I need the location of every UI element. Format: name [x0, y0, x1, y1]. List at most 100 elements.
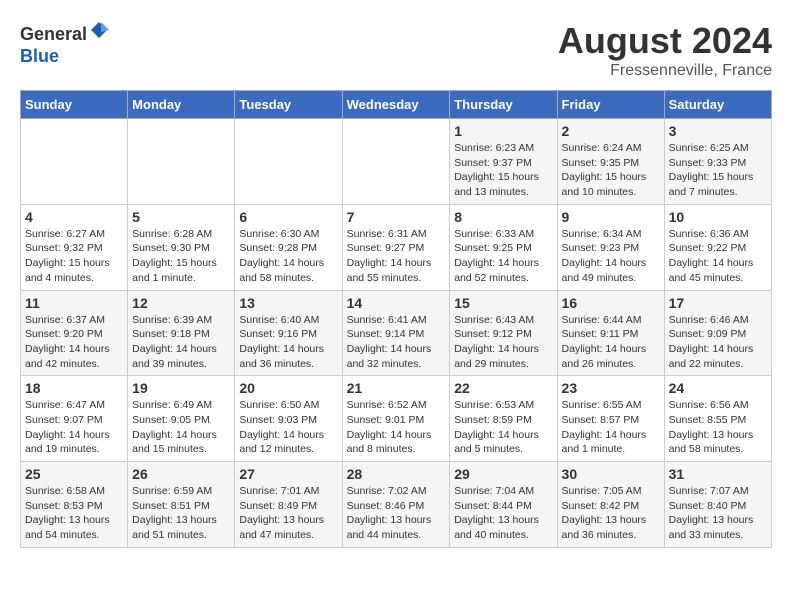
day-info: Sunrise: 6:36 AM Sunset: 9:22 PM Dayligh…	[669, 227, 767, 286]
day-number: 7	[347, 209, 446, 225]
day-number: 22	[454, 380, 552, 396]
day-header-saturday: Saturday	[664, 91, 771, 119]
page-header: General Blue August 2024 Fressenneville,…	[20, 20, 772, 80]
calendar-cell: 23 Sunrise: 6:55 AM Sunset: 8:57 PM Dayli…	[557, 376, 664, 462]
day-header-wednesday: Wednesday	[342, 91, 450, 119]
day-number: 19	[132, 380, 230, 396]
day-info: Sunrise: 6:46 AM Sunset: 9:09 PM Dayligh…	[669, 313, 767, 372]
calendar-cell: 16Sunrise: 6:44 AM Sunset: 9:11 PM Dayli…	[557, 290, 664, 376]
day-info: Sunrise: 6:34 AM Sunset: 9:23 PM Dayligh…	[562, 227, 660, 286]
calendar-cell: 15 Sunrise: 6:43 AM Sunset: 9:12 PM Dayli…	[450, 290, 557, 376]
day-number: 1	[454, 123, 552, 139]
calendar-cell: 26Sunrise: 6:59 AM Sunset: 8:51 PM Dayli…	[128, 462, 235, 548]
day-number: 28	[347, 466, 446, 482]
day-header-tuesday: Tuesday	[235, 91, 342, 119]
calendar-cell: 28 Sunrise: 7:02 AM Sunset: 8:46 PM Dayli…	[342, 462, 450, 548]
calendar-cell	[235, 119, 342, 205]
calendar-cell: 19Sunrise: 6:49 AM Sunset: 9:05 PM Dayli…	[128, 376, 235, 462]
main-title: August 2024	[558, 20, 772, 62]
calendar-cell: 1 Sunrise: 6:23 AM Sunset: 9:37 PM Daylig…	[450, 119, 557, 205]
day-info: Sunrise: 6:28 AM Sunset: 9:30 PM Dayligh…	[132, 227, 230, 286]
calendar-cell: 18 Sunrise: 6:47 AM Sunset: 9:07 PM Dayli…	[21, 376, 128, 462]
calendar-cell: 7 Sunrise: 6:31 AM Sunset: 9:27 PM Daylig…	[342, 204, 450, 290]
day-number: 24	[669, 380, 767, 396]
day-info: Sunrise: 7:04 AM Sunset: 8:44 PM Dayligh…	[454, 484, 552, 543]
day-info: Sunrise: 6:55 AM Sunset: 8:57 PM Dayligh…	[562, 398, 660, 457]
day-info: Sunrise: 7:01 AM Sunset: 8:49 PM Dayligh…	[239, 484, 337, 543]
calendar-cell: 27 Sunrise: 7:01 AM Sunset: 8:49 PM Dayli…	[235, 462, 342, 548]
day-number: 9	[562, 209, 660, 225]
day-info: Sunrise: 6:59 AM Sunset: 8:51 PM Dayligh…	[132, 484, 230, 543]
calendar-cell: 12Sunrise: 6:39 AM Sunset: 9:18 PM Dayli…	[128, 290, 235, 376]
calendar-cell: 5Sunrise: 6:28 AM Sunset: 9:30 PM Daylig…	[128, 204, 235, 290]
day-number: 27	[239, 466, 337, 482]
day-info: Sunrise: 7:07 AM Sunset: 8:40 PM Dayligh…	[669, 484, 767, 543]
calendar-cell: 25 Sunrise: 6:58 AM Sunset: 8:53 PM Dayli…	[21, 462, 128, 548]
day-number: 12	[132, 295, 230, 311]
day-number: 11	[25, 295, 123, 311]
day-info: Sunrise: 7:02 AM Sunset: 8:46 PM Dayligh…	[347, 484, 446, 543]
calendar-cell: 17 Sunrise: 6:46 AM Sunset: 9:09 PM Dayli…	[664, 290, 771, 376]
day-info: Sunrise: 6:25 AM Sunset: 9:33 PM Dayligh…	[669, 141, 767, 200]
day-info: Sunrise: 6:58 AM Sunset: 8:53 PM Dayligh…	[25, 484, 123, 543]
calendar-cell: 8 Sunrise: 6:33 AM Sunset: 9:25 PM Daylig…	[450, 204, 557, 290]
calendar-cell: 6 Sunrise: 6:30 AM Sunset: 9:28 PM Daylig…	[235, 204, 342, 290]
day-number: 4	[25, 209, 123, 225]
subtitle: Fressenneville, France	[558, 62, 772, 80]
day-number: 13	[239, 295, 337, 311]
calendar-cell: 31 Sunrise: 7:07 AM Sunset: 8:40 PM Dayli…	[664, 462, 771, 548]
day-info: Sunrise: 6:50 AM Sunset: 9:03 PM Dayligh…	[239, 398, 337, 457]
day-info: Sunrise: 6:47 AM Sunset: 9:07 PM Dayligh…	[25, 398, 123, 457]
calendar-cell: 21 Sunrise: 6:52 AM Sunset: 9:01 PM Dayli…	[342, 376, 450, 462]
day-number: 2	[562, 123, 660, 139]
day-number: 25	[25, 466, 123, 482]
day-header-friday: Friday	[557, 91, 664, 119]
day-number: 14	[347, 295, 446, 311]
day-number: 17	[669, 295, 767, 311]
calendar-cell: 2 Sunrise: 6:24 AM Sunset: 9:35 PM Daylig…	[557, 119, 664, 205]
calendar-cell: 20 Sunrise: 6:50 AM Sunset: 9:03 PM Dayli…	[235, 376, 342, 462]
calendar-cell: 10 Sunrise: 6:36 AM Sunset: 9:22 PM Dayli…	[664, 204, 771, 290]
day-number: 3	[669, 123, 767, 139]
day-info: Sunrise: 6:52 AM Sunset: 9:01 PM Dayligh…	[347, 398, 446, 457]
day-number: 31	[669, 466, 767, 482]
calendar-cell	[128, 119, 235, 205]
calendar-cell: 9 Sunrise: 6:34 AM Sunset: 9:23 PM Daylig…	[557, 204, 664, 290]
day-info: Sunrise: 6:43 AM Sunset: 9:12 PM Dayligh…	[454, 313, 552, 372]
day-info: Sunrise: 6:53 AM Sunset: 8:59 PM Dayligh…	[454, 398, 552, 457]
day-number: 10	[669, 209, 767, 225]
calendar-cell: 13 Sunrise: 6:40 AM Sunset: 9:16 PM Dayli…	[235, 290, 342, 376]
day-number: 6	[239, 209, 337, 225]
day-info: Sunrise: 6:31 AM Sunset: 9:27 PM Dayligh…	[347, 227, 446, 286]
calendar-cell: 30 Sunrise: 7:05 AM Sunset: 8:42 PM Dayli…	[557, 462, 664, 548]
day-number: 15	[454, 295, 552, 311]
day-info: Sunrise: 6:27 AM Sunset: 9:32 PM Dayligh…	[25, 227, 123, 286]
day-info: Sunrise: 6:44 AM Sunset: 9:11 PM Dayligh…	[562, 313, 660, 372]
calendar-cell	[21, 119, 128, 205]
day-number: 23	[562, 380, 660, 396]
day-info: Sunrise: 6:30 AM Sunset: 9:28 PM Dayligh…	[239, 227, 337, 286]
calendar-cell	[342, 119, 450, 205]
day-number: 29	[454, 466, 552, 482]
day-info: Sunrise: 6:23 AM Sunset: 9:37 PM Dayligh…	[454, 141, 552, 200]
logo: General Blue	[20, 20, 109, 67]
day-number: 21	[347, 380, 446, 396]
logo-blue: Blue	[20, 46, 59, 66]
day-number: 20	[239, 380, 337, 396]
day-number: 8	[454, 209, 552, 225]
day-number: 18	[25, 380, 123, 396]
calendar-cell: 3 Sunrise: 6:25 AM Sunset: 9:33 PM Daylig…	[664, 119, 771, 205]
calendar-cell: 14Sunrise: 6:41 AM Sunset: 9:14 PM Dayli…	[342, 290, 450, 376]
day-number: 30	[562, 466, 660, 482]
calendar-cell: 22 Sunrise: 6:53 AM Sunset: 8:59 PM Dayli…	[450, 376, 557, 462]
day-info: Sunrise: 6:24 AM Sunset: 9:35 PM Dayligh…	[562, 141, 660, 200]
day-info: Sunrise: 6:40 AM Sunset: 9:16 PM Dayligh…	[239, 313, 337, 372]
logo-general: General	[20, 24, 87, 44]
logo-icon	[89, 20, 109, 40]
day-info: Sunrise: 7:05 AM Sunset: 8:42 PM Dayligh…	[562, 484, 660, 543]
day-info: Sunrise: 6:33 AM Sunset: 9:25 PM Dayligh…	[454, 227, 552, 286]
calendar-cell: 24Sunrise: 6:56 AM Sunset: 8:55 PM Dayli…	[664, 376, 771, 462]
calendar-cell: 11Sunrise: 6:37 AM Sunset: 9:20 PM Dayli…	[21, 290, 128, 376]
title-block: August 2024 Fressenneville, France	[558, 20, 772, 80]
day-header-monday: Monday	[128, 91, 235, 119]
